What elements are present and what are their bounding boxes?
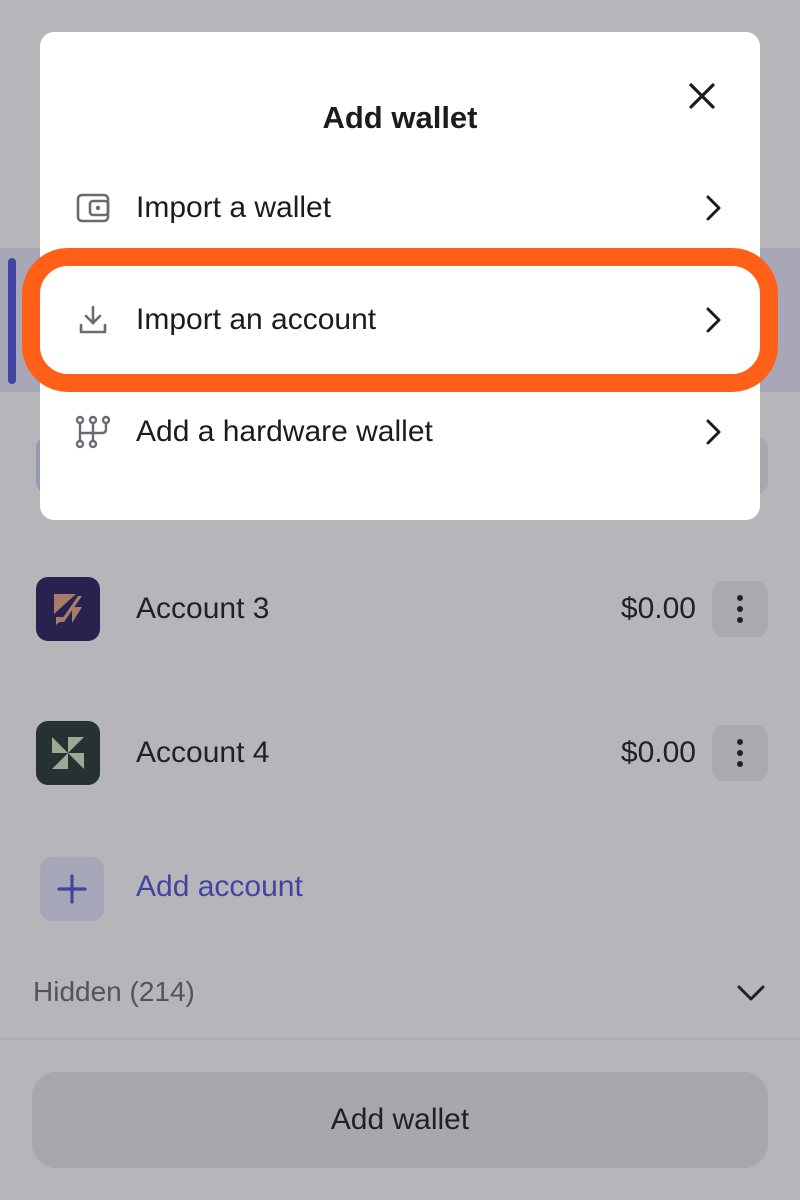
menu-item-label: Import a wallet <box>136 191 332 224</box>
download-icon <box>74 301 112 339</box>
menu-item-import-account[interactable]: Import an account <box>40 270 760 370</box>
menu-item-label: Import an account <box>136 303 377 336</box>
menu-item-label: Add a hardware wallet <box>136 415 433 448</box>
hardware-icon <box>74 413 112 451</box>
menu-item-hardware-wallet[interactable]: Add a hardware wallet <box>40 382 760 482</box>
menu-item-import-wallet[interactable]: Import a wallet <box>40 158 760 258</box>
chevron-right-icon <box>700 417 726 447</box>
close-icon[interactable] <box>682 76 722 116</box>
modal-title: Add wallet <box>322 100 478 135</box>
chevron-right-icon <box>700 193 726 223</box>
chevron-right-icon <box>700 305 726 335</box>
wallet-icon <box>74 189 112 227</box>
